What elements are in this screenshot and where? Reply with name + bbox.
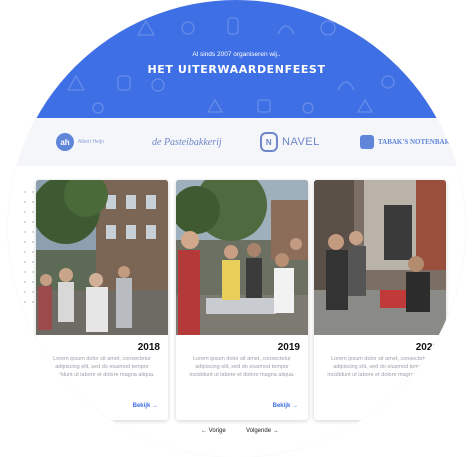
view-link[interactable]: Bekijk →: [411, 403, 436, 409]
card-description: Lorem ipsum dolor sit amet, consectetur …: [327, 356, 433, 378]
hero-title: HET UITERWAARDENFEEST: [147, 63, 326, 76]
sponsor-name: TABAK'S NOTENBAR: [378, 138, 450, 146]
navel-logo-icon: N: [260, 132, 278, 152]
sponsor-logo-navel[interactable]: N NAVEL: [260, 130, 320, 154]
event-photo: [314, 180, 446, 335]
card-description: Lorem ipsum dolor sit amet, consectetur …: [49, 356, 155, 378]
doodle-pattern: [21, 17, 441, 114]
year-card-2019[interactable]: 2019 Lorem ipsum dolor sit amet, consect…: [176, 180, 308, 420]
view-link[interactable]: Bekijk →: [273, 403, 298, 409]
squirrel-icon: [360, 135, 374, 149]
hero-banner: Al sinds 2007 organiseren wij.. HET UITE…: [8, 0, 465, 118]
sponsor-logo-albert-heijn[interactable]: ah Albert Heijn: [56, 130, 104, 154]
sponsor-name: Albert Heijn: [78, 139, 104, 145]
ah-logo-icon: ah: [56, 133, 74, 151]
next-button[interactable]: Volgende →: [246, 428, 279, 434]
year-card-2021[interactable]: 2021 Lorem ipsum dolor sit amet, consect…: [314, 180, 446, 420]
event-photo: [176, 180, 308, 335]
hero-subtitle: Al sinds 2007 organiseren wij..: [192, 51, 281, 58]
year-card-2018[interactable]: 2018 Lorem ipsum dolor sit amet, consect…: [36, 180, 168, 420]
card-year: 2019: [277, 342, 300, 353]
view-link[interactable]: Bekijk →: [133, 403, 158, 409]
card-description: Lorem ipsum dolor sit amet, consectetur …: [189, 356, 295, 378]
previous-button[interactable]: ← Vorige: [201, 428, 226, 434]
card-year: 2018: [137, 342, 160, 353]
sponsor-logo-pasteibakkerij[interactable]: de Pasteibakkerij: [152, 130, 222, 154]
event-photo: [36, 180, 168, 335]
sponsor-logo-bar: ah Albert Heijn de Pasteibakkerij N NAVE…: [8, 118, 465, 166]
circular-viewport: Al sinds 2007 organiseren wij.. HET UITE…: [8, 0, 465, 457]
sponsor-name: NAVEL: [282, 136, 320, 148]
sponsor-logo-tabaks-notenbar[interactable]: TABAK'S NOTENBAR: [360, 130, 450, 154]
card-year: 2021: [415, 342, 438, 353]
